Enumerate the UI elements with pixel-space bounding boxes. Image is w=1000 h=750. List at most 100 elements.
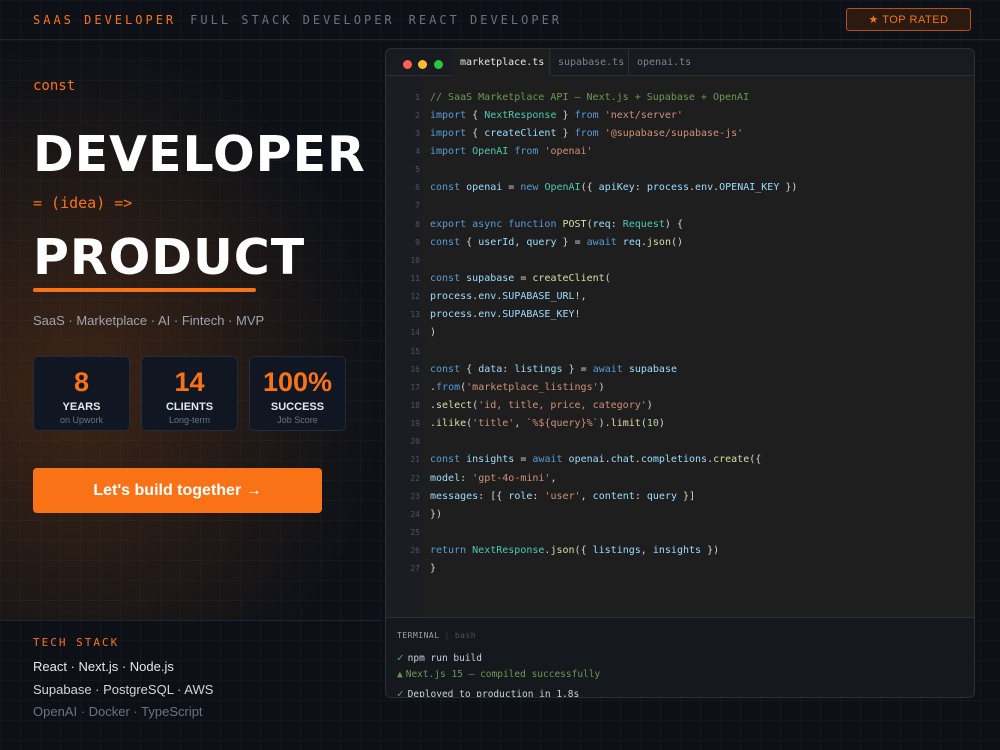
code-editor-window: marketplace.ts supabase.ts openai.ts 1 //… <box>385 48 975 698</box>
code-line: 13 process.env.SUPABASE_KEY! <box>386 306 974 324</box>
hero-title-developer: DEVELOPER <box>33 126 366 183</box>
stats-row: 8 YEARS on Upwork 14 CLIENTS Long-term 1… <box>33 356 346 431</box>
stat-label: SUCCESS <box>270 401 325 413</box>
terminal-panel: TERMINAL | bash ✓ npm run build ▲ Next.js 15… <box>386 617 974 698</box>
check-icon: ✓ <box>397 651 404 664</box>
code-line: 3 import { createClient } from '@supabase… <box>386 124 974 142</box>
code-line: 16 const { data: listings } = await supab… <box>386 360 974 378</box>
code-text: return NextResponse.json({ listings, ins… <box>430 545 720 557</box>
stat-label: CLIENTS <box>165 401 214 413</box>
code-text: const insights = await openai.chat.compl… <box>430 454 762 466</box>
code-line: 2 import { NextResponse } from 'next/serv… <box>386 106 974 124</box>
code-text: process.env.SUPABASE_KEY! <box>430 309 581 321</box>
line-number: 4 <box>415 146 420 156</box>
code-line: 24}) <box>386 505 974 523</box>
line-number: 20 <box>410 437 420 447</box>
terminal-text: Next.js 15 — compiled successfully <box>405 669 601 680</box>
terminal-text: npm run build <box>407 653 482 664</box>
tech-stack-line: Supabase · PostgreSQL · AWS <box>33 682 214 697</box>
code-text: const { userId, query } = await req.json… <box>430 236 684 248</box>
code-body: 1 // SaaS Marketplace API — Next.js + Sup… <box>386 88 974 578</box>
code-line: 23 messages: [{ role: 'user', content: qu… <box>386 487 974 505</box>
line-number: 10 <box>410 255 420 265</box>
maximize-dot-icon[interactable] <box>434 60 443 69</box>
code-line: 14) <box>386 324 974 342</box>
code-line: 25 <box>386 523 974 541</box>
terminal-line: ▲ Next.js 15 — compiled successfully <box>397 669 600 680</box>
check-icon: ✓ <box>397 687 404 698</box>
line-number: 3 <box>415 128 420 138</box>
top-bar: SAAS DEVELOPER FULL STACK DEVELOPER REAC… <box>0 0 1000 40</box>
code-text: }) <box>430 508 443 520</box>
code-line: 19 .ilike('title', `%${query}%`).limit(10… <box>386 415 974 433</box>
triangle-icon: ▲ <box>397 669 403 680</box>
top-rated-badge: ★ TOP RATED <box>846 8 971 31</box>
stat-card-clients: 14 CLIENTS Long-term <box>141 356 238 431</box>
code-line: 20 <box>386 433 974 451</box>
hero-tags: SaaS · Marketplace · AI · Fintech · MVP <box>33 313 265 328</box>
tech-stack-line: React · Next.js · Node.js <box>33 659 174 674</box>
line-number: 12 <box>410 292 420 302</box>
code-line: 11 const supabase = createClient( <box>386 269 974 287</box>
stat-number: 14 <box>174 367 205 397</box>
hero-const: const <box>33 78 76 94</box>
minimize-dot-icon[interactable] <box>418 60 427 69</box>
line-number: 19 <box>410 419 420 429</box>
terminal-line: ✓ Deployed to production in 1.8s <box>397 687 579 698</box>
cta-button[interactable]: Let's build together → <box>33 468 322 513</box>
stat-label: YEARS <box>62 401 101 413</box>
stat-sub: Long-term <box>168 415 211 425</box>
line-number: 17 <box>410 382 420 392</box>
code-line: 27} <box>386 560 974 578</box>
line-number: 8 <box>415 219 420 229</box>
line-number: 25 <box>410 527 420 537</box>
tab-openai[interactable]: openai.ts <box>628 49 699 76</box>
code-text: ) <box>430 327 437 339</box>
hero-arrow: = (idea) => <box>33 194 133 212</box>
close-dot-icon[interactable] <box>403 60 412 69</box>
code-line: 12 process.env.SUPABASE_URL!, <box>386 288 974 306</box>
code-line: 17 .from('marketplace_listings') <box>386 378 974 396</box>
hero-underline <box>33 288 256 292</box>
stat-card-success: 100% SUCCESS Job Score <box>249 356 346 431</box>
line-number: 18 <box>410 400 420 410</box>
code-line: 21 const insights = await openai.chat.com… <box>386 451 974 469</box>
stat-number: 8 <box>73 367 90 397</box>
code-text: .select('id, title, price, category') <box>430 399 653 411</box>
line-number: 6 <box>415 183 420 193</box>
code-text: import { NextResponse } from 'next/serve… <box>430 109 683 121</box>
code-line: 6 const openai = new OpenAI({ apiKey: pro… <box>386 179 974 197</box>
tab-marketplace[interactable]: marketplace.ts <box>452 49 553 76</box>
code-line: 9 const { userId, query } = await req.jso… <box>386 233 974 251</box>
code-line: 22 model: 'gpt-4o-mini', <box>386 469 974 487</box>
line-number: 2 <box>415 110 420 120</box>
hero-title-product: PRODUCT <box>33 229 306 286</box>
role-saas: SAAS DEVELOPER <box>33 12 177 27</box>
code-text: .from('marketplace_listings') <box>430 381 605 393</box>
editor-tab-bar: marketplace.ts supabase.ts openai.ts <box>386 49 974 76</box>
code-line: 18 .select('id, title, price, category') <box>386 396 974 414</box>
code-line: 8 export async function POST(req: Request… <box>386 215 974 233</box>
code-line: 7 <box>386 197 974 215</box>
line-number: 5 <box>415 165 420 175</box>
terminal-line: ✓ npm run build <box>397 651 482 664</box>
stat-number: 100% <box>262 367 333 397</box>
code-line: 10 <box>386 251 974 269</box>
tab-supabase[interactable]: supabase.ts <box>549 49 632 76</box>
line-number: 1 <box>415 92 420 102</box>
line-number: 24 <box>410 509 420 519</box>
line-number: 15 <box>410 346 420 356</box>
stat-sub: on Upwork <box>59 415 104 425</box>
line-number: 13 <box>410 310 420 320</box>
line-number: 16 <box>410 364 420 374</box>
line-number: 26 <box>410 546 420 556</box>
code-text: model: 'gpt-4o-mini', <box>430 472 557 484</box>
terminal-header: TERMINAL | bash <box>397 631 477 640</box>
code-text: const { data: listings } = await supabas… <box>430 363 677 375</box>
tech-stack-line: OpenAI · Docker · TypeScript <box>33 704 203 719</box>
code-text: import OpenAI from 'openai' <box>430 145 593 157</box>
code-line: 15 <box>386 342 974 360</box>
code-line: 5 <box>386 161 974 179</box>
role-react: REACT DEVELOPER <box>408 12 563 27</box>
code-line: 4 import OpenAI from 'openai' <box>386 142 974 160</box>
